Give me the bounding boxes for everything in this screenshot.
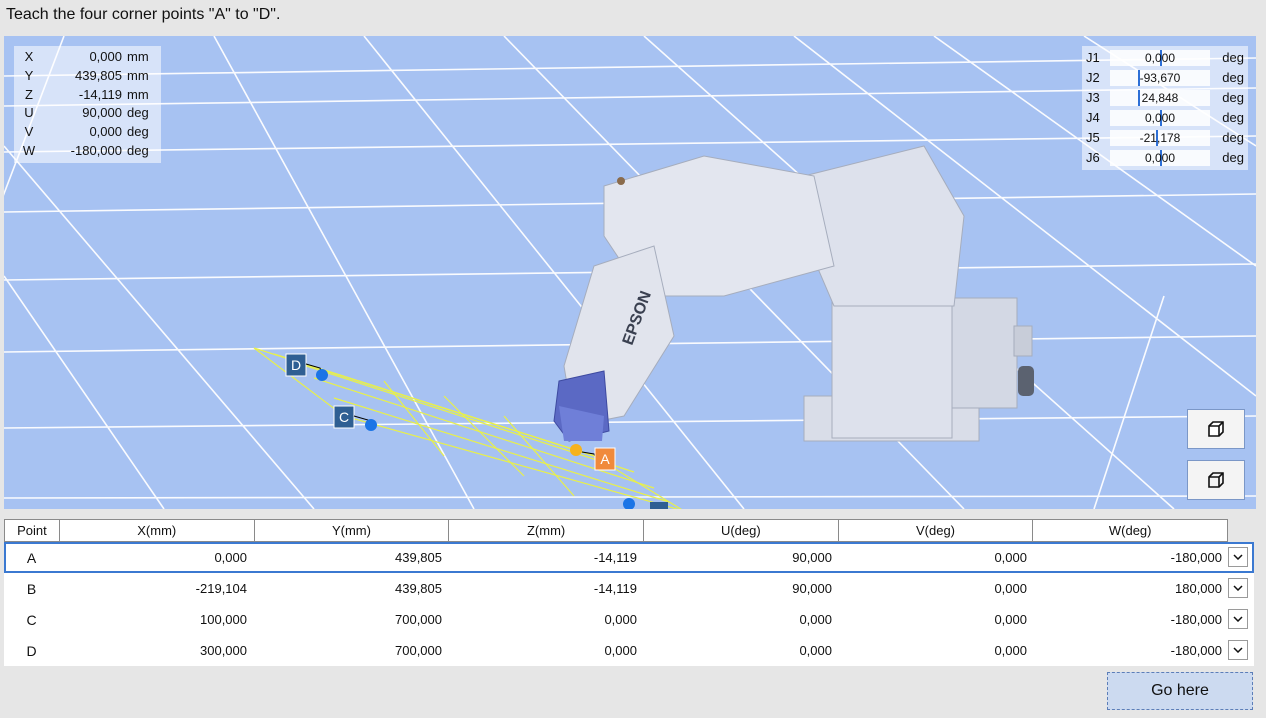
coord-row-u: U 90,000 deg	[24, 105, 149, 121]
coord-row-x: X 0,000 mm	[24, 49, 149, 64]
instruction-text: Teach the four corner points "A" to "D".	[6, 6, 281, 23]
col-w[interactable]: W(deg)	[1032, 520, 1229, 541]
scene-canvas: EPSON D C A	[4, 36, 1256, 509]
row-dropdown-button[interactable]	[1228, 547, 1248, 567]
joint-angles-panel: J1 0,000 deg J2 -93,670 deg J3 24,848 deg J4 0,…	[1082, 46, 1248, 170]
joint-row-j3: J3 24,848 deg	[1086, 90, 1244, 106]
joint-row-j4: J4 0,000 deg	[1086, 110, 1244, 126]
col-v[interactable]: V(deg)	[837, 520, 1033, 541]
points-table: Point X(mm) Y(mm) Z(mm) U(deg) V(deg) W(…	[4, 519, 1254, 666]
coord-row-z: Z -14,119 mm	[25, 86, 149, 102]
coord-row-y: Y 439,805 mm	[24, 67, 149, 83]
table-row-a[interactable]: A 0,000 439,805 -14,119 90,000 0,000 -18…	[4, 542, 1254, 573]
svg-text:C: C	[339, 409, 349, 425]
table-header: Point X(mm) Y(mm) Z(mm) U(deg) V(deg) W(…	[4, 519, 1229, 542]
svg-text:D: D	[291, 357, 301, 373]
coord-row-v: V 0,000 deg	[24, 124, 149, 140]
chevron-down-icon	[1233, 585, 1243, 591]
joint-row-j2: J2 -93,670 deg	[1086, 70, 1244, 86]
chevron-down-icon	[1233, 554, 1243, 560]
view-wireframe-button[interactable]	[1187, 460, 1245, 500]
3d-viewport[interactable]: EPSON D C A X 0,000 mm Y 439,805 mm Z -1…	[4, 36, 1256, 509]
col-z[interactable]: Z(mm)	[448, 520, 643, 541]
chevron-down-icon	[1233, 647, 1243, 653]
cube-icon	[1208, 421, 1224, 437]
col-u[interactable]: U(deg)	[642, 520, 838, 541]
table-row-c[interactable]: C 100,000 700,000 0,000 0,000 0,000 -180…	[4, 604, 1254, 635]
table-row-d[interactable]: D 300,000 700,000 0,000 0,000 0,000 -180…	[4, 635, 1254, 666]
row-dropdown-button[interactable]	[1228, 578, 1248, 598]
cube-outline-icon	[1208, 472, 1224, 488]
col-y[interactable]: Y(mm)	[253, 520, 449, 541]
row-dropdown-button[interactable]	[1228, 640, 1248, 660]
joint-row-j6: J6 0,000 deg	[1086, 150, 1244, 166]
row-dropdown-button[interactable]	[1228, 609, 1248, 629]
chevron-down-icon	[1233, 616, 1243, 622]
robot-model: EPSON	[553, 145, 1034, 442]
joint-row-j1: J1 0,000 deg	[1086, 50, 1244, 66]
svg-text:A: A	[600, 451, 610, 467]
go-here-button[interactable]: Go here	[1107, 672, 1253, 710]
coord-row-w: W -180,000 deg	[22, 142, 149, 158]
world-coordinates-panel: X 0,000 mm Y 439,805 mm Z -14,119 mm U 90,000 de…	[14, 46, 161, 163]
joint-row-j5: J5 -21,178 deg	[1086, 130, 1244, 146]
col-point[interactable]: Point	[4, 520, 59, 541]
marker-a[interactable]: A	[570, 444, 616, 471]
table-row-b[interactable]: B -219,104 439,805 -14,119 90,000 0,000 …	[4, 573, 1254, 604]
view-solid-button[interactable]	[1187, 409, 1245, 449]
col-x[interactable]: X(mm)	[58, 520, 254, 541]
